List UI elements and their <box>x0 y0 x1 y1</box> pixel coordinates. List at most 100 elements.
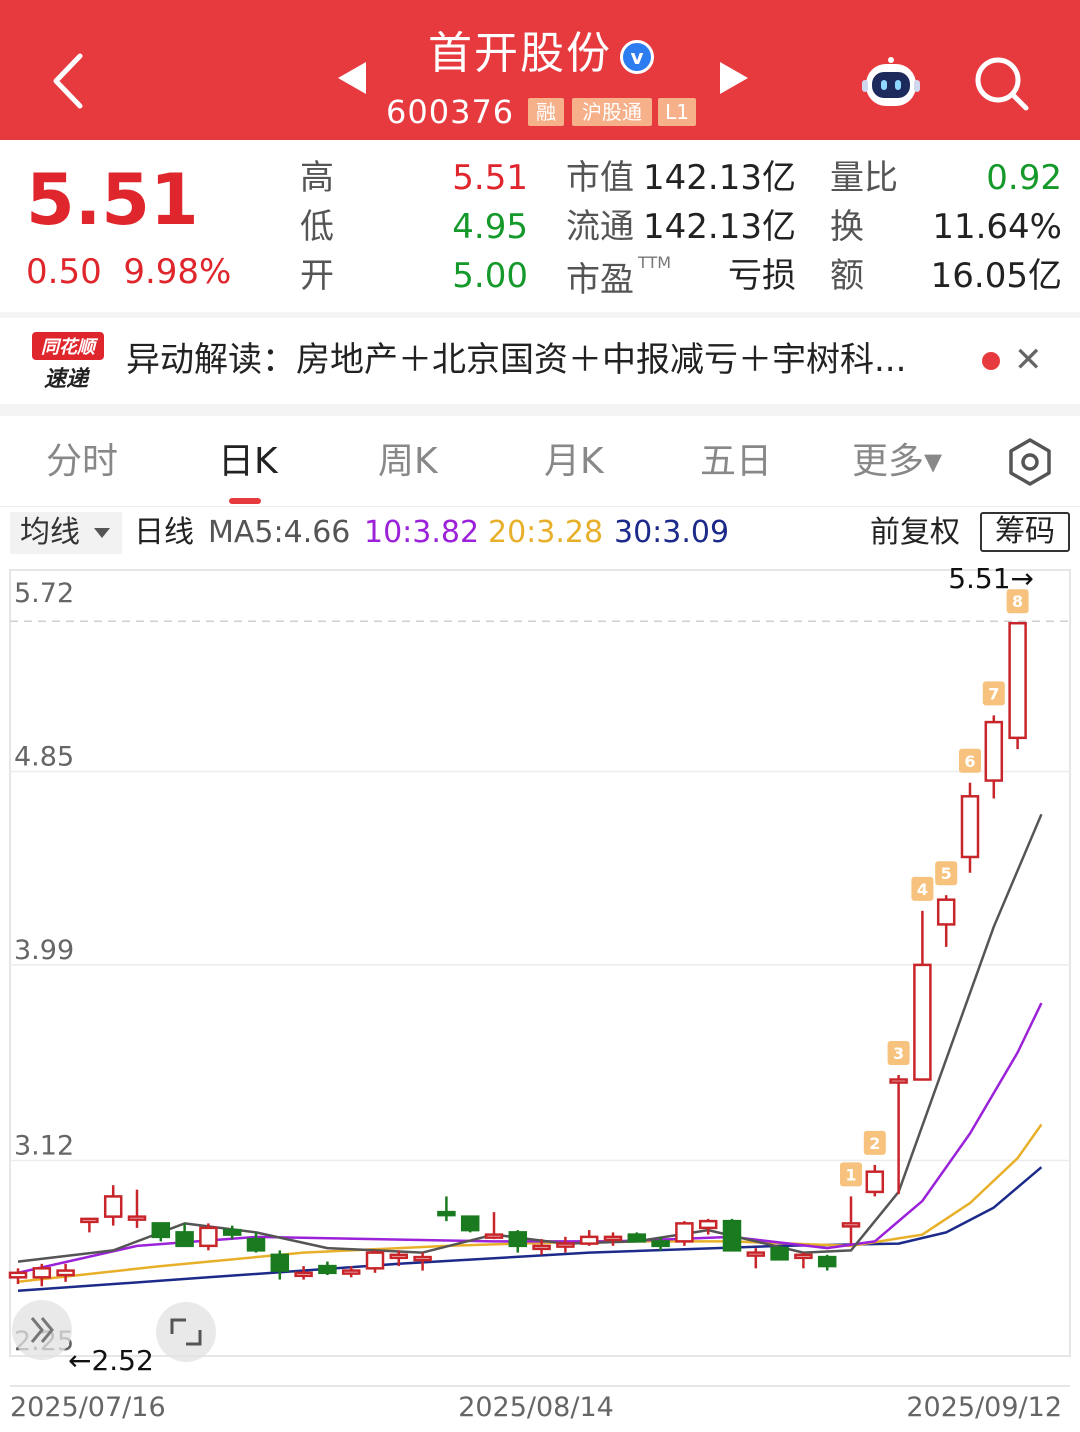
close-icon[interactable]: ✕ <box>1014 340 1043 380</box>
float-cap-label: 流通 <box>566 207 634 247</box>
pe-value: 亏损 <box>728 256 796 296</box>
limit-up-count: 5 <box>941 864 952 883</box>
y-tick-label: 3.12 <box>14 1130 74 1161</box>
candle-body <box>246 1237 266 1252</box>
tab-more[interactable]: 更多▾ <box>852 438 942 486</box>
turnover-value: 11.64% <box>932 207 1062 247</box>
ma30-label: 30:3.09 <box>614 515 730 550</box>
candle-body <box>556 1242 575 1248</box>
low-label: 低 <box>300 207 334 247</box>
candle-body <box>936 898 956 926</box>
candle-body <box>865 1170 885 1194</box>
settings-hexagon-icon[interactable] <box>1004 436 1056 488</box>
candle-body <box>698 1219 718 1230</box>
pe-label: 市盈 <box>566 260 634 300</box>
candle-body <box>532 1244 551 1251</box>
tabs-border <box>0 506 1080 507</box>
amount-label: 额 <box>830 256 864 296</box>
logo-top-text: 同花顺 <box>41 337 99 358</box>
tab-five-day[interactable]: 五日 <box>700 438 772 486</box>
candle-body <box>794 1253 813 1260</box>
candle-body <box>889 1078 908 1084</box>
candle-body <box>413 1255 432 1262</box>
news-headline[interactable]: 异动解读：房地产＋北京国资＋中报减亏＋宇树科... <box>126 338 942 382</box>
previous-stock-button[interactable] <box>338 62 366 94</box>
tab-monthly-k[interactable]: 月K <box>544 438 604 486</box>
section-divider-2 <box>0 404 1080 416</box>
tonghuashun-express-logo[interactable]: 同花顺 速递 <box>30 332 106 392</box>
market-cap-label: 市值 <box>566 158 634 198</box>
adjust-mode-button[interactable]: 前复权 <box>870 512 960 554</box>
candle-body <box>960 795 980 859</box>
period-label: 日线 <box>134 515 194 550</box>
candle-body <box>460 1215 480 1232</box>
candle-body <box>199 1226 218 1248</box>
limit-up-count: 2 <box>869 1134 880 1153</box>
candle-body <box>318 1264 337 1275</box>
level-tag: L1 <box>658 98 696 126</box>
candle-body <box>8 1271 28 1279</box>
x-date-label: 2025/09/12 <box>906 1392 1062 1423</box>
margin-tag: 融 <box>528 98 564 126</box>
ma-select-dropdown[interactable]: 均线 <box>10 512 122 554</box>
candle-body <box>127 1215 147 1221</box>
candle-body <box>627 1233 647 1243</box>
stock-name: 首开股份 <box>428 28 612 79</box>
open-value: 5.00 <box>452 256 528 296</box>
active-tab-indicator <box>229 498 261 504</box>
ma5-line <box>17 813 1043 1263</box>
fullscreen-button[interactable] <box>156 1302 216 1362</box>
candle-body <box>175 1231 194 1248</box>
tab-daily-k[interactable]: 日K <box>218 438 278 486</box>
ma10-label: 10:3.82 <box>364 515 480 550</box>
candle-body <box>80 1217 99 1224</box>
tab-intraday[interactable]: 分时 <box>46 438 118 486</box>
ma5-label: MA5:4.66 <box>208 515 351 550</box>
candle-body <box>222 1228 242 1236</box>
header-bar: 首开股份 v 600376 融 沪股通 L1 <box>0 0 1080 140</box>
ma20-label: 20:3.28 <box>488 515 604 550</box>
change-percent: 9.98% <box>123 252 232 292</box>
chips-distribution-button[interactable]: 筹码 <box>980 512 1070 552</box>
open-label: 开 <box>300 256 334 296</box>
candle-body <box>437 1210 456 1217</box>
stock-code: 600376 <box>386 93 515 131</box>
change-amount: 0.50 <box>26 252 102 292</box>
price-change: 0.50 9.98% <box>26 252 231 292</box>
y-tick-label: 4.85 <box>14 742 74 773</box>
back-arrow-icon[interactable] <box>40 46 100 116</box>
candle-body <box>151 1222 171 1239</box>
limit-up-count: 4 <box>917 880 928 899</box>
limit-up-count: 1 <box>845 1165 856 1184</box>
section-divider <box>0 312 1080 318</box>
candle-body <box>817 1255 837 1268</box>
candle-body <box>841 1222 861 1228</box>
candle-body <box>651 1240 670 1248</box>
candle-body <box>508 1231 528 1248</box>
candle-body <box>1008 621 1027 740</box>
candle-body <box>603 1235 623 1242</box>
search-icon[interactable] <box>972 54 1030 112</box>
candle-body <box>675 1222 694 1243</box>
candle-body <box>365 1251 385 1270</box>
logo-bottom-text: 速递 <box>44 366 91 392</box>
candle-body <box>103 1195 123 1218</box>
candle-body <box>746 1251 766 1257</box>
next-stock-button[interactable] <box>720 62 748 94</box>
limit-up-count: 7 <box>988 684 999 703</box>
candle-body <box>341 1269 361 1275</box>
candlestick-chart[interactable]: 5.724.853.993.122.25123456785.51→←2.5220… <box>0 560 1080 1432</box>
candle-body <box>270 1253 290 1272</box>
shanghai-connect-tag: 沪股通 <box>572 98 652 126</box>
y-tick-label: 5.72 <box>14 578 74 609</box>
limit-up-count: 6 <box>964 752 975 771</box>
candle-body <box>722 1219 742 1252</box>
pe-ttm-superscript: TTM <box>638 253 672 272</box>
high-price-marker: 5.51→ <box>948 562 1034 595</box>
robot-assistant-icon[interactable] <box>860 56 922 112</box>
candle-body <box>579 1235 599 1245</box>
candle-body <box>389 1253 409 1260</box>
limit-up-count: 8 <box>1012 592 1023 611</box>
tab-weekly-k[interactable]: 周K <box>378 438 438 486</box>
candle-body <box>32 1267 52 1279</box>
